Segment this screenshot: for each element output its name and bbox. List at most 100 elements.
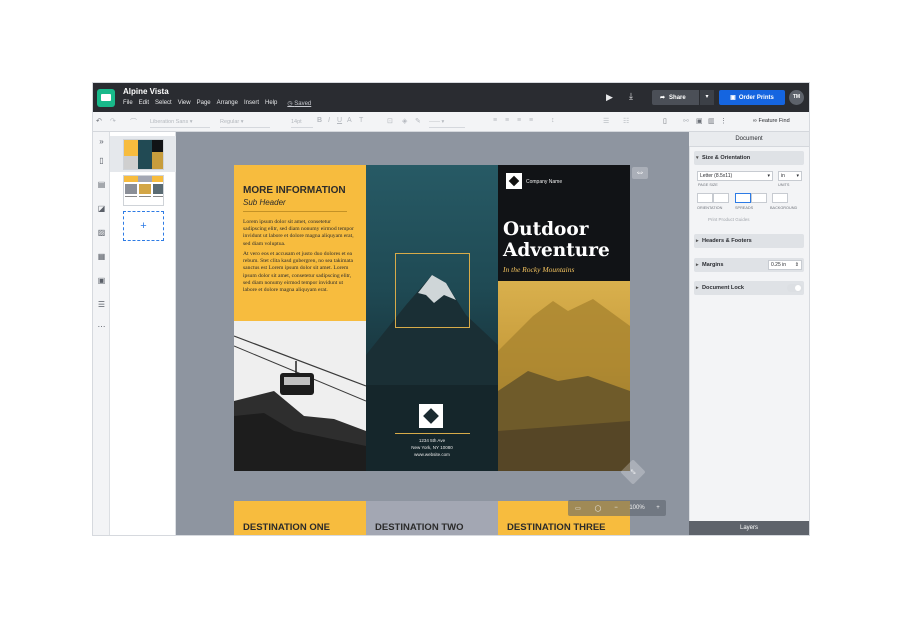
units-select[interactable]: in ▾ [778, 171, 802, 181]
menu-view[interactable]: View [178, 100, 191, 107]
resize-horizontal-icon[interactable]: ⇔ [632, 167, 648, 179]
italic-icon[interactable]: I [328, 117, 330, 124]
tab-document[interactable]: Document [689, 132, 809, 147]
user-avatar[interactable]: TM [789, 90, 804, 105]
company-name[interactable]: Company Name [526, 179, 562, 185]
menu-select[interactable]: Select [155, 100, 172, 107]
share-options-button[interactable]: ▾ [699, 90, 714, 105]
destination-two-panel[interactable]: DESTINATION TWO [366, 501, 498, 535]
info-panel[interactable]: MORE INFORMATION Sub Header Lorem ipsum … [234, 165, 366, 321]
gondola-photo[interactable] [234, 321, 366, 471]
sub-header-text[interactable]: Sub Header [243, 198, 286, 207]
line-color-icon[interactable]: ◈ [402, 117, 407, 125]
layer-icon[interactable]: ▥ [708, 117, 715, 125]
shapes-icon[interactable]: ◪ [96, 204, 107, 213]
website-line[interactable]: www.website.com [366, 452, 498, 457]
table-icon[interactable]: ▦ [96, 252, 107, 261]
pages-icon[interactable]: ▯ [96, 156, 107, 165]
templates-icon[interactable]: ▤ [96, 180, 107, 189]
undo-icon[interactable]: ↶ [96, 117, 102, 125]
margins-input[interactable]: 0.25 in ⇕ [768, 260, 802, 270]
body-paragraph-2[interactable]: At vero eos et accusam et justo duo dolo… [243, 251, 355, 294]
app-logo-icon[interactable] [97, 89, 115, 107]
background-color-swatch[interactable] [772, 193, 788, 203]
document-icon[interactable]: ▯ [663, 117, 667, 125]
address-line-1[interactable]: 1234 5th Ave [366, 438, 498, 443]
landscape-option[interactable] [713, 193, 729, 203]
mountain-panel[interactable]: 1234 5th Ave New York, NY 10080 www.webs… [366, 165, 498, 471]
add-page-button[interactable]: + [123, 211, 164, 241]
download-icon[interactable]: ⤓ [629, 91, 633, 102]
brochure-page-1[interactable]: MORE INFORMATION Sub Header Lorem ipsum … [234, 165, 648, 485]
layers-tab[interactable]: Layers [689, 521, 809, 535]
lock-icon[interactable]: ▣ [696, 117, 703, 125]
align-right-icon[interactable]: ≡ [517, 117, 521, 124]
destination-one-panel[interactable]: DESTINATION ONE [234, 501, 366, 535]
spread-single-option[interactable] [735, 193, 751, 203]
images-icon[interactable]: ▨ [96, 228, 107, 237]
redo-icon[interactable]: ↷ [110, 117, 116, 125]
font-size-select[interactable]: 14pt [291, 116, 313, 128]
font-weight-select[interactable]: Regular ▾ [220, 116, 270, 128]
pen-icon[interactable]: ✎ [415, 117, 421, 125]
menu-insert[interactable]: Insert [244, 100, 259, 107]
format-painter-icon[interactable]: ⌒ [130, 117, 137, 127]
present-icon[interactable]: ▶ [606, 92, 613, 103]
align-left-icon[interactable]: ≡ [493, 117, 497, 124]
company-logo-icon[interactable] [419, 404, 443, 428]
destination-two-heading[interactable]: DESTINATION TWO [375, 522, 463, 533]
text-color-icon[interactable]: A [347, 117, 352, 124]
underline-icon[interactable]: U [337, 117, 342, 124]
chat-icon[interactable]: ◯ [588, 505, 608, 512]
title-panel[interactable]: Company Name Outdoor Adventure In the Ro… [498, 165, 630, 281]
bold-icon[interactable]: B [317, 117, 322, 124]
destination-one-heading[interactable]: DESTINATION ONE [243, 522, 330, 533]
body-paragraph-1[interactable]: Lorem ipsum dolor sit amet, consetetur s… [243, 219, 355, 248]
document-lock-toggle[interactable] [787, 284, 803, 292]
headers-footers-section[interactable]: Headers & Footers [694, 234, 804, 248]
golden-mountain-photo[interactable] [498, 281, 630, 471]
feature-find-button[interactable]: ∞ Feature Find [753, 118, 790, 124]
align-center-icon[interactable]: ≡ [505, 117, 509, 124]
destination-three-heading[interactable]: DESTINATION THREE [507, 522, 606, 533]
bullet-list-icon[interactable]: ☰ [603, 117, 609, 125]
zoom-in-button[interactable]: + [650, 505, 666, 511]
more-tools-icon[interactable]: ⋯ [96, 322, 107, 331]
collapse-chevron-icon[interactable]: » [96, 137, 107, 146]
brochure-title[interactable]: Outdoor Adventure [503, 219, 631, 261]
line-style-select[interactable]: —— ▾ [429, 116, 465, 128]
page-size-select[interactable]: Letter (8.5x11) ▾ [697, 171, 773, 181]
brochure-tagline[interactable]: In the Rocky Mountains [503, 265, 574, 274]
zoom-out-button[interactable]: − [608, 505, 624, 511]
text-options-icon[interactable]: T [359, 117, 363, 124]
link-icon[interactable]: ⚯ [683, 117, 689, 125]
fill-icon[interactable]: ⊡ [387, 117, 393, 125]
company-name-logo-icon[interactable] [506, 173, 522, 189]
size-orientation-section[interactable]: Size & Orientation [694, 151, 804, 165]
line-spacing-icon[interactable]: ↕ [551, 117, 555, 124]
menu-edit[interactable]: Edit [139, 100, 149, 107]
order-prints-button[interactable]: ▣ Order Prints [719, 90, 785, 105]
document-title[interactable]: Alpine Vista [123, 87, 169, 96]
menu-help[interactable]: Help [265, 100, 277, 107]
zoom-level[interactable]: 100% [624, 505, 650, 511]
page-thumbnail-1[interactable] [110, 136, 176, 172]
canvas-area[interactable]: MORE INFORMATION Sub Header Lorem ipsum … [176, 132, 689, 535]
data-icon[interactable]: ☰ [96, 300, 107, 309]
more-icon[interactable]: ⋮ [720, 117, 727, 125]
numbered-list-icon[interactable]: ☷ [623, 117, 629, 125]
menu-arrange[interactable]: Arrange [217, 100, 238, 107]
page-thumbnail-2[interactable] [110, 172, 176, 208]
print-product-guides[interactable]: Print Product Guides [708, 217, 750, 222]
portrait-option[interactable] [697, 193, 713, 203]
menu-file[interactable]: File [123, 100, 133, 107]
font-family-select[interactable]: Liberation Sans ▾ [150, 116, 210, 128]
assets-icon[interactable]: ▣ [96, 276, 107, 285]
spread-double-option[interactable] [751, 193, 767, 203]
menu-page[interactable]: Page [197, 100, 211, 107]
justify-icon[interactable]: ≡ [529, 117, 533, 124]
address-line-2[interactable]: New York, NY 10080 [366, 445, 498, 450]
comment-icon[interactable]: ▭ [568, 505, 588, 512]
share-label: Share [669, 94, 686, 101]
more-info-heading[interactable]: MORE INFORMATION [243, 185, 346, 196]
